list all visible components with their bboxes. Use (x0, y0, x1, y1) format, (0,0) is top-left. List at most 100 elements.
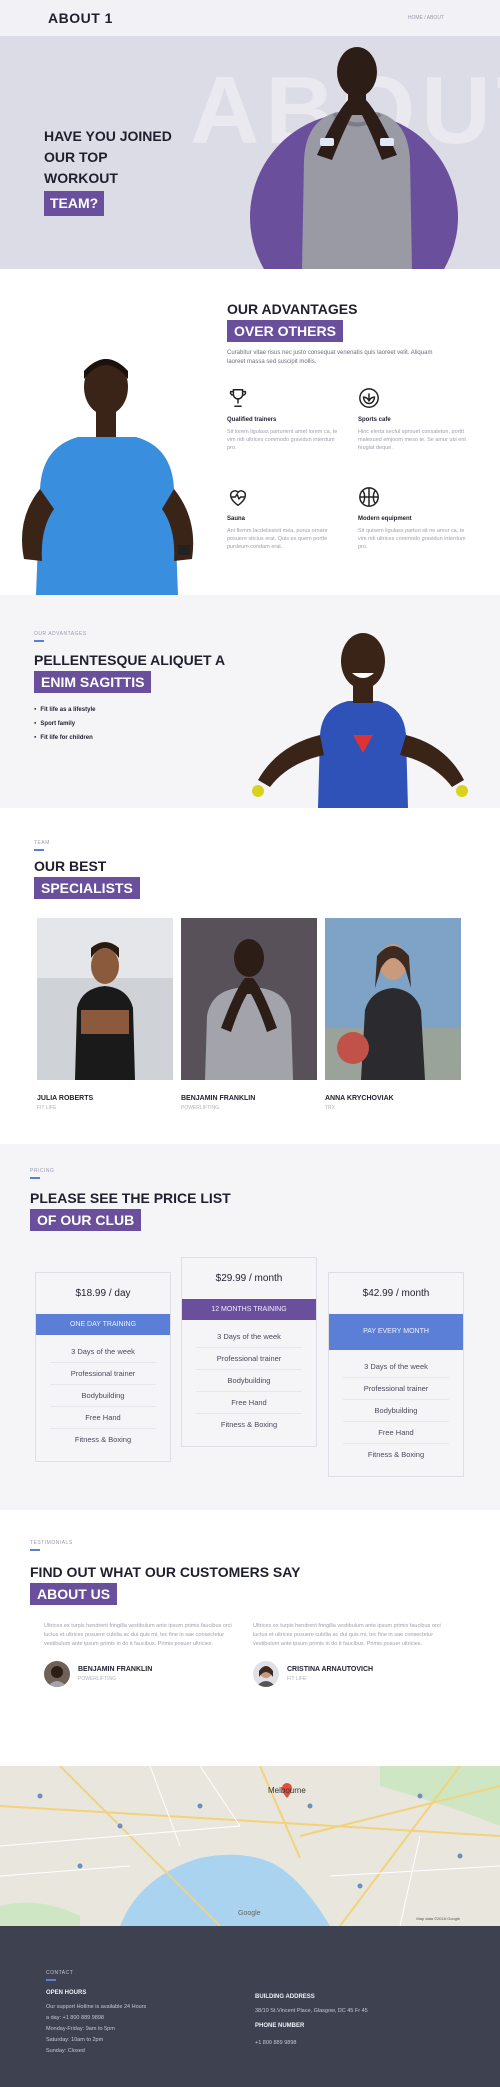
price-amount: $18.99 / day (75, 1288, 131, 1299)
testimonial-name: BENJAMIN FRANKLIN (78, 1666, 153, 1673)
specialist-role: FIT LIFE (37, 1105, 57, 1111)
location-map[interactable]: Melbourne Google Map data ©2018 Google (0, 1766, 500, 1926)
price-feature: 3 Days of the week (50, 1341, 156, 1363)
price-feature: 3 Days of the week (196, 1326, 302, 1348)
feature-description: Ani flemm lacdeliesivit mea, purus ornar… (227, 528, 328, 550)
feature-sports-cafe: Sports cafe Hinc elerta secful sprouet c… (358, 387, 470, 452)
specialist-role: TRX (325, 1105, 335, 1111)
price-feature: Fitness & Boxing (220, 1420, 278, 1429)
price-card-day: $18.99 / day ONE DAY TRAINING 3 Days of … (35, 1272, 171, 1462)
kicker-text: TESTIMONIALS (30, 1540, 73, 1546)
specialist-card[interactable]: BENJAMIN FRANKLIN POWERLIFTING (181, 918, 317, 1111)
price-feature: 3 Days of the week (343, 1356, 449, 1378)
map-attribution: Google (238, 1910, 261, 1917)
hero-headline: HAVE YOU JOINED OUR TOP WORKOUT TEAM? (44, 126, 172, 216)
specialist-photo[interactable] (37, 918, 173, 1080)
testimonial-role: FIT LIFE (287, 1676, 307, 1682)
pricing-section: PRICING PLEASE SEE THE PRICE LIST OF OUR… (0, 1144, 500, 1510)
feature-description: Sit lorem ligulass parturient amet lorem… (227, 429, 338, 451)
hero-athlete-image (282, 40, 432, 269)
feature-title: Qualified trainers (227, 417, 277, 423)
specialist-role: POWERLIFTING (181, 1105, 220, 1111)
feature-sauna: Sauna Ani flemm lacdeliesivit mea, purus… (227, 486, 339, 551)
advantages-section: OUR ADVANTAGES OVER OTHERS Curabitur vit… (0, 269, 500, 595)
pay-every-month-button[interactable]: PAY EVERY MONTH (329, 1314, 463, 1350)
map-city-label: Melbourne (268, 1786, 306, 1795)
price-feature: Professional trainer (50, 1363, 156, 1385)
testimonials-highlight: ABOUT US (30, 1583, 118, 1605)
hero-line-2: OUR TOP (44, 149, 108, 165)
price-feature: Fitness & Boxing (74, 1435, 132, 1444)
feature-title: Modern equipment (358, 516, 412, 522)
hours-line: a day: +1 800 889 9898 (46, 2015, 104, 2021)
sagittis-athlete-image (248, 615, 472, 808)
kicker-underline (30, 1177, 40, 1179)
testimonial-author: CRISTINA ARNAUTOVICH FIT LIFE (253, 1661, 453, 1687)
price-feature: Fitness & Boxing (367, 1450, 425, 1459)
kicker-underline (30, 1549, 40, 1551)
kicker-text: OUR ADVANTAGES (34, 631, 87, 637)
open-hours-title: OPEN HOURS (46, 1990, 87, 1996)
breadcrumb[interactable]: HOME / ABOUT (408, 15, 444, 21)
price-amount: $29.99 / month (215, 1273, 283, 1284)
price-feature: Free Hand (196, 1392, 302, 1414)
avatar (253, 1661, 279, 1687)
sagittis-highlight: ENIM SAGITTIS (34, 671, 152, 693)
pricing-title: PLEASE SEE THE PRICE LIST (30, 1190, 231, 1206)
advantages-intro: Curabitur vitae risus nec justo consequa… (227, 350, 433, 365)
advantages-highlight: OVER OTHERS (227, 320, 343, 342)
testimonials-heading: FIND OUT WHAT OUR CUSTOMERS SAY ABOUT US (30, 1564, 300, 1605)
feature-modern-equipment: Modern equipment Sit quisem ligulass par… (358, 486, 470, 551)
kicker-underline (34, 849, 44, 851)
price-features: 3 Days of the week Professional trainer … (329, 1350, 463, 1476)
pricing-heading: PLEASE SEE THE PRICE LIST OF OUR CLUB (30, 1190, 231, 1231)
price-features: 3 Days of the week Professional trainer … (36, 1335, 170, 1461)
testimonial-role: POWERLIFTING (78, 1676, 117, 1682)
kicker-text: TEAM (34, 840, 50, 846)
avatar (44, 1661, 70, 1687)
sagittis-heading: PELLENTESQUE ALIQUET A ENIM SAGITTIS (34, 652, 225, 693)
advantages-title: OUR ADVANTAGES (227, 301, 358, 317)
feature-qualified-trainers: Qualified trainers Sit lorem ligulass pa… (227, 387, 339, 452)
sagittis-section: OUR ADVANTAGES PELLENTESQUE ALIQUET A EN… (0, 595, 500, 808)
hours-line: Monday-Friday: 9am to 5pm (46, 2026, 115, 2032)
kicker-text: PRICING (30, 1168, 55, 1174)
testimonials-section: TESTIMONIALS FIND OUT WHAT OUR CUSTOMERS… (0, 1510, 500, 1766)
price-feature: Free Hand (50, 1407, 156, 1429)
page-title: ABOUT 1 (48, 10, 113, 26)
specialist-name: JULIA ROBERTS (37, 1095, 94, 1102)
twelve-months-training-button[interactable]: 12 MONTHS TRAINING (182, 1299, 316, 1320)
phone-number[interactable]: +1 800 889 9898 (255, 2038, 296, 2049)
hero-section: ABOUT HAVE YOU JOINED OUR TOP WORKOUT TE… (0, 36, 500, 269)
advantages-heading: OUR ADVANTAGES OVER OTHERS (227, 301, 357, 342)
specialist-photo[interactable] (181, 918, 317, 1080)
one-day-training-button[interactable]: ONE DAY TRAINING (36, 1314, 170, 1335)
specialist-name: ANNA KRYCHOVIAK (325, 1095, 394, 1102)
feature-title: Sauna (227, 516, 246, 522)
advantages-athlete-image (6, 349, 206, 595)
testimonial-quote: Ultrices ex turpis hendrerit fringilla v… (253, 1623, 441, 1647)
testimonials-title: FIND OUT WHAT OUR CUSTOMERS SAY (30, 1564, 301, 1580)
price-feature: Bodybuilding (343, 1400, 449, 1422)
page-header: ABOUT 1 HOME / ABOUT (0, 0, 500, 36)
hours-line: Sunday: Closed (46, 2048, 85, 2054)
price-feature: Professional trainer (196, 1348, 302, 1370)
footer-kicker: CONTACT (46, 1970, 73, 1987)
specialists-heading: OUR BEST SPECIALISTS (34, 858, 140, 899)
trophy-icon (227, 387, 249, 409)
price-features: 3 Days of the week Professional trainer … (182, 1320, 316, 1446)
testimonial-author: BENJAMIN FRANKLIN POWERLIFTING (44, 1661, 244, 1687)
kicker-underline (46, 1979, 56, 1981)
feature-description: Hinc elerta secful sprouet consatetun, p… (358, 429, 466, 451)
sagittis-list: Fit life as a lifestyle Sport family Fit… (34, 707, 95, 749)
heart-pulse-icon (227, 486, 249, 508)
address-title: BUILDING ADDRESS (255, 1994, 315, 2000)
kicker-text: CONTACT (46, 1970, 74, 1976)
specialist-card[interactable]: JULIA ROBERTS FIT LIFE (37, 918, 173, 1111)
testimonial: Ultrices ex turpis hendrerit fringilla v… (253, 1622, 453, 1687)
specialist-photo[interactable] (325, 918, 461, 1080)
specialist-card[interactable]: ANNA KRYCHOVIAK TRX (325, 918, 461, 1111)
price-feature: Free Hand (343, 1422, 449, 1444)
open-hours-list: Our support Hotline is available 24 Hour… (46, 2002, 146, 2057)
price-feature: Professional trainer (343, 1378, 449, 1400)
